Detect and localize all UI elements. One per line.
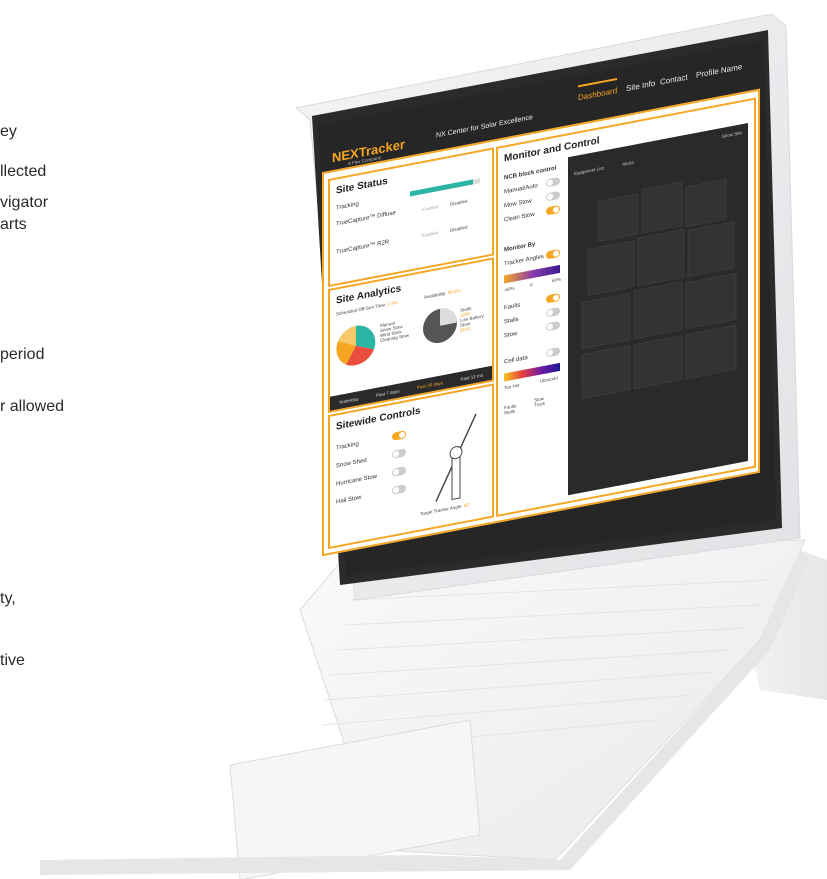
stow-label: Stow bbox=[504, 330, 518, 340]
pie-chart bbox=[336, 325, 376, 366]
ctrl-manual: Manual/Auto bbox=[504, 183, 538, 196]
sw-snow-toggle[interactable] bbox=[392, 448, 406, 459]
sw-hail: Hail Stow bbox=[336, 494, 362, 506]
range-30d[interactable]: Past 30 days bbox=[417, 380, 443, 390]
cell-data-label: Cell data bbox=[504, 354, 528, 366]
ctrl-clean: Clean Stow bbox=[504, 211, 535, 224]
tracking-label: Tracking bbox=[336, 201, 359, 212]
legend: Manual Snow Stow Wind Stow Cleaning Stow bbox=[380, 318, 409, 343]
trackpad bbox=[229, 719, 481, 879]
tracker-illustration bbox=[435, 413, 477, 502]
tracking-progress bbox=[410, 178, 480, 197]
legend-track: Track bbox=[534, 400, 546, 408]
tab-equipment[interactable]: Equipment List bbox=[574, 165, 604, 176]
ctrl-manual-toggle[interactable] bbox=[546, 176, 560, 188]
monitor-legend-right: Stow Track bbox=[534, 396, 545, 408]
site-map[interactable]: Equipment List Alerts Show Site bbox=[568, 122, 748, 496]
sw-hurricane: Hurricane Stow bbox=[336, 473, 378, 488]
range-12mo[interactable]: Past 12 mo bbox=[460, 372, 483, 381]
sw-tracking: Tracking bbox=[336, 441, 359, 452]
sw-snow: Snow Shed bbox=[336, 457, 367, 470]
angle-max: 60% bbox=[552, 276, 562, 284]
diffuse-enabled[interactable]: Enabled bbox=[422, 204, 439, 212]
tc-r2r-label: TrueCapture™ R2R bbox=[336, 239, 390, 256]
sw-hurricane-toggle[interactable] bbox=[392, 466, 406, 477]
monitor-legend: Faults Stalls bbox=[504, 403, 516, 415]
legend-stalls-m: Stalls bbox=[504, 408, 516, 416]
tracker-angles: Tracker Angles bbox=[504, 253, 544, 268]
sitewide-title: Sitewide Controls bbox=[336, 405, 421, 433]
ctrl-clean-toggle[interactable] bbox=[546, 204, 560, 216]
angle-mid: 0 bbox=[530, 282, 533, 288]
monitor-panel: Monitor and Control NCB block control Ma… bbox=[496, 97, 756, 518]
tc-diffuse-label: TrueCapture™ Diffuse bbox=[336, 210, 396, 228]
angle-min: -60% bbox=[504, 285, 515, 293]
diffuse-disabled[interactable]: Disabled bbox=[450, 198, 468, 206]
cell-max: Ultracold bbox=[540, 375, 558, 384]
content-area: Site Status Tracking TrueCapture™ Diffus… bbox=[322, 88, 760, 557]
sw-tracking-toggle[interactable] bbox=[392, 430, 406, 441]
cell-min: Too Hot bbox=[504, 382, 520, 391]
cell-data-toggle[interactable] bbox=[546, 346, 560, 358]
range-7d[interactable]: Past 7 days bbox=[376, 388, 400, 397]
tracking-progress-fill bbox=[410, 179, 473, 197]
r2r-disabled[interactable]: Disabled bbox=[450, 224, 468, 232]
site-status-title: Site Status bbox=[336, 175, 388, 197]
stalls-toggle[interactable] bbox=[546, 306, 560, 318]
faults-label: Faults bbox=[504, 302, 521, 312]
stow-toggle[interactable] bbox=[546, 320, 560, 332]
monitor-by: Monitor By bbox=[504, 241, 536, 254]
stalls-label: Stalls bbox=[504, 316, 519, 326]
range-yesterday[interactable]: Yesterday bbox=[339, 396, 359, 405]
availability-gauge bbox=[423, 308, 457, 344]
availability-label: Availability: 99.9% bbox=[424, 287, 461, 300]
tracker-angles-toggle[interactable] bbox=[546, 248, 560, 260]
ctrl-mow: Mow Stow bbox=[504, 198, 532, 210]
show-site[interactable]: Show Site bbox=[722, 130, 742, 139]
ctrl-mow-toggle[interactable] bbox=[546, 190, 560, 202]
faults-toggle[interactable] bbox=[546, 292, 560, 304]
tab-alerts[interactable]: Alerts bbox=[622, 160, 634, 167]
legend-right: Stalls: 1200 Low Battery Stow: 8100 bbox=[460, 303, 484, 333]
r2r-enabled[interactable]: Enabled bbox=[422, 230, 439, 238]
screen-ui: NEXTracker A Flex Company NX Center for … bbox=[318, 39, 768, 575]
tracker-blocks bbox=[581, 178, 737, 399]
sw-hail-toggle[interactable] bbox=[392, 484, 406, 495]
